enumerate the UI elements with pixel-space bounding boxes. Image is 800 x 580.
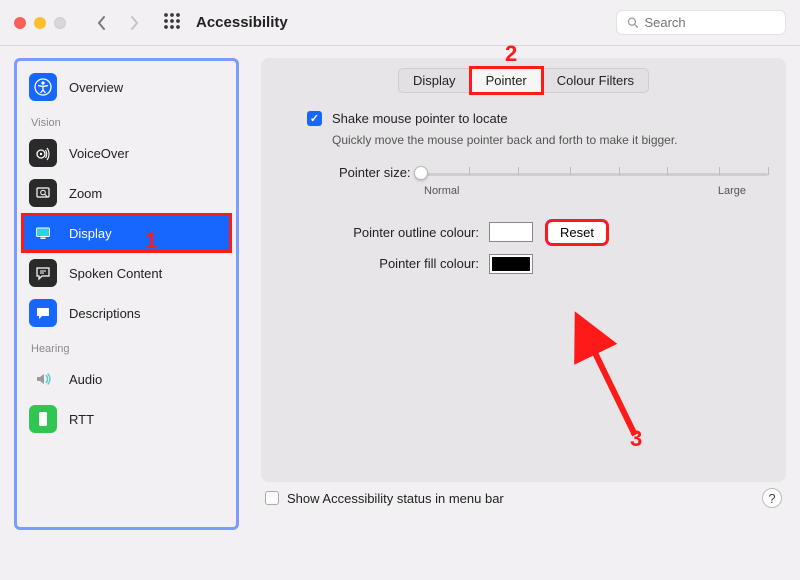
forward-button[interactable] bbox=[118, 9, 150, 37]
sidebar-item-spoken-content[interactable]: Spoken Content bbox=[21, 253, 232, 293]
sidebar-label: Audio bbox=[69, 372, 102, 387]
search-field[interactable] bbox=[616, 10, 786, 35]
titlebar: Accessibility bbox=[0, 0, 800, 46]
tab-colour-filters[interactable]: Colour Filters bbox=[542, 68, 649, 93]
tab-group: Display Pointer Colour Filters bbox=[279, 68, 768, 93]
pointer-outline-colour-well[interactable] bbox=[489, 222, 533, 242]
grid-icon bbox=[164, 13, 180, 29]
sidebar-section-hearing: Hearing bbox=[21, 333, 232, 359]
sidebar-label: Display bbox=[69, 226, 112, 241]
slider-thumb[interactable] bbox=[414, 166, 428, 180]
voiceover-icon bbox=[34, 144, 52, 162]
chevron-left-icon bbox=[95, 16, 109, 30]
pointer-size-label: Pointer size: bbox=[339, 165, 411, 180]
sidebar-item-overview[interactable]: Overview bbox=[21, 67, 232, 107]
chevron-right-icon bbox=[127, 16, 141, 30]
speech-bubble-icon bbox=[34, 264, 52, 282]
window-traffic-lights bbox=[14, 17, 66, 29]
show-status-label: Show Accessibility status in menu bar bbox=[287, 491, 504, 506]
accessibility-icon bbox=[34, 78, 52, 96]
sidebar-item-audio[interactable]: Audio bbox=[21, 359, 232, 399]
audio-icon bbox=[34, 370, 52, 388]
sidebar-item-descriptions[interactable]: Descriptions bbox=[21, 293, 232, 333]
sidebar-label: Spoken Content bbox=[69, 266, 162, 281]
sidebar-label: RTT bbox=[69, 412, 94, 427]
descriptions-icon bbox=[34, 304, 52, 322]
rtt-icon bbox=[34, 410, 52, 428]
back-button[interactable] bbox=[86, 9, 118, 37]
zoom-window-button[interactable] bbox=[54, 17, 66, 29]
tab-display[interactable]: Display bbox=[398, 68, 471, 93]
main-panel: Display Pointer Colour Filters ✓ Shake m… bbox=[261, 58, 786, 530]
zoom-icon bbox=[34, 184, 52, 202]
sidebar-item-display[interactable]: Display bbox=[21, 213, 232, 253]
search-icon bbox=[627, 16, 638, 29]
minimize-window-button[interactable] bbox=[34, 17, 46, 29]
close-window-button[interactable] bbox=[14, 17, 26, 29]
reset-button[interactable]: Reset bbox=[547, 221, 607, 244]
sidebar-item-zoom[interactable]: Zoom bbox=[21, 173, 232, 213]
pointer-size-slider[interactable] bbox=[421, 165, 768, 181]
help-button[interactable]: ? bbox=[762, 488, 782, 508]
sidebar-item-rtt[interactable]: RTT bbox=[21, 399, 232, 439]
slider-max-label: Large bbox=[718, 185, 746, 197]
window-title: Accessibility bbox=[196, 14, 288, 31]
pointer-fill-colour-well[interactable] bbox=[489, 254, 533, 274]
shake-to-locate-label: Shake mouse pointer to locate bbox=[332, 111, 508, 126]
sidebar-section-vision: Vision bbox=[21, 107, 232, 133]
sidebar-label: VoiceOver bbox=[69, 146, 129, 161]
sidebar-item-voiceover[interactable]: VoiceOver bbox=[21, 133, 232, 173]
sidebar-label: Descriptions bbox=[69, 306, 141, 321]
show-status-checkbox[interactable] bbox=[265, 491, 279, 505]
search-input[interactable] bbox=[644, 15, 775, 30]
shake-to-locate-checkbox[interactable]: ✓ bbox=[307, 111, 322, 126]
pointer-fill-label: Pointer fill colour: bbox=[279, 256, 479, 271]
sidebar-label: Zoom bbox=[69, 186, 102, 201]
slider-min-label: Normal bbox=[424, 185, 459, 197]
pointer-outline-label: Pointer outline colour: bbox=[279, 225, 479, 240]
sidebar-label: Overview bbox=[69, 80, 123, 95]
all-prefs-button[interactable] bbox=[164, 13, 180, 32]
shake-to-locate-desc: Quickly move the mouse pointer back and … bbox=[332, 132, 712, 149]
sidebar: Overview Vision VoiceOver Zoom Display S… bbox=[14, 58, 239, 530]
tab-pointer[interactable]: Pointer bbox=[471, 68, 542, 93]
display-icon bbox=[34, 224, 52, 242]
